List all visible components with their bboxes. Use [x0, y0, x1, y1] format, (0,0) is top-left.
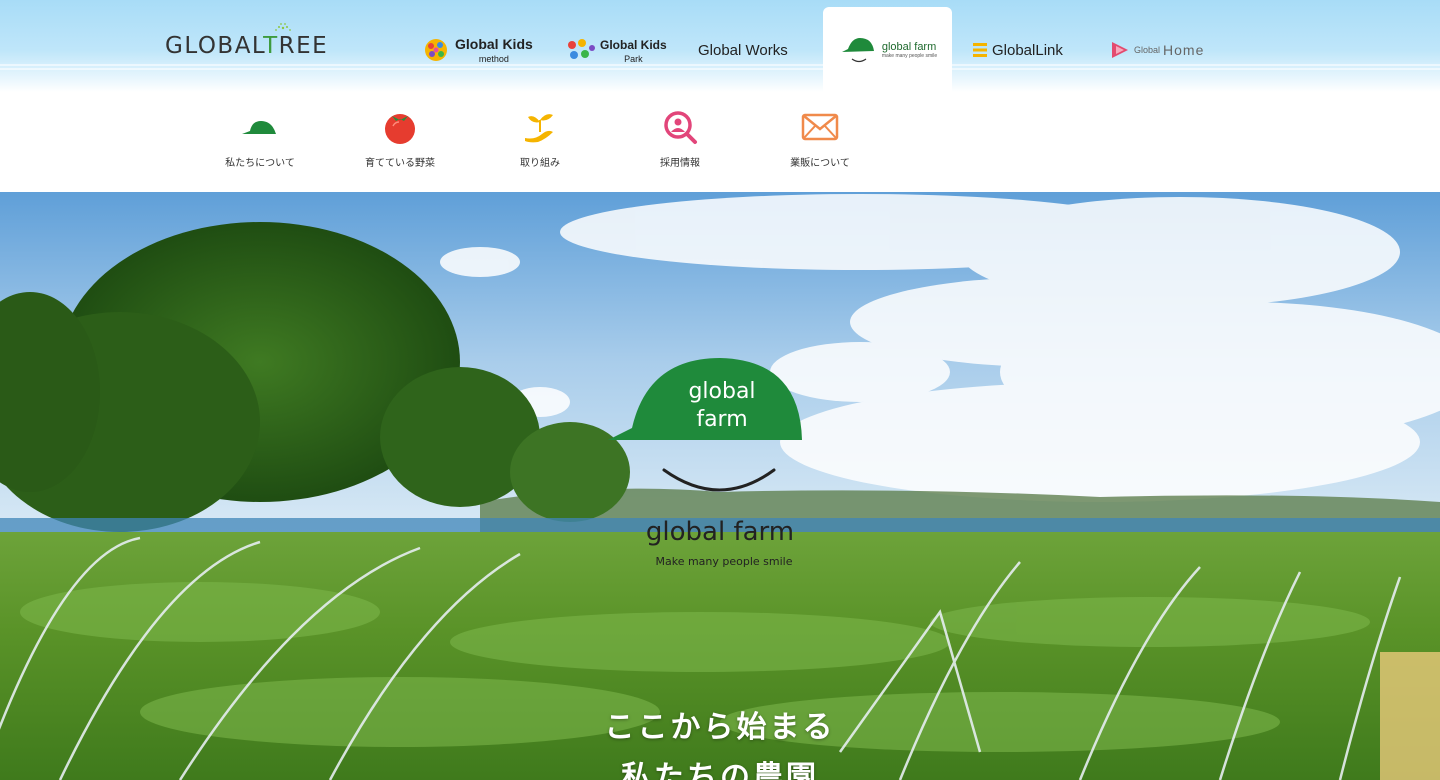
brand-subtitle: Park	[624, 54, 643, 64]
brand-global-home[interactable]: Global Home	[1110, 30, 1204, 70]
brand-bar: GLOBALTREE Global Kids method Global Kid…	[0, 0, 1440, 93]
main-navigation: 私たちについて 育てている野菜 取り組み 採用情報 業販について	[0, 92, 1440, 247]
brand-global-farm-active-tab[interactable]: global farm make many people smile	[823, 7, 952, 93]
global-farm-cap-icon: global farm global farm Make many people…	[608, 358, 802, 568]
hero-copy-line-1: ここから始まる	[604, 710, 836, 745]
brand-title-secondary: Home	[1163, 42, 1205, 58]
hero-copy-line-2: 私たちの農園	[621, 760, 819, 780]
hero-tagline: Make many people smile	[655, 555, 792, 568]
brand-subtitle: make many people smile	[881, 53, 938, 59]
brand-title: global farm	[881, 41, 937, 53]
brand-global-link[interactable]: GlobalLink	[972, 30, 1063, 70]
global-farm-cap-icon	[841, 38, 874, 63]
home-play-icon	[1112, 42, 1128, 58]
cap-icon	[242, 121, 276, 134]
nav-item-recruit[interactable]: 採用情報	[625, 108, 735, 169]
sprout-hand-icon	[525, 114, 553, 143]
nav-item-label: 採用情報	[660, 158, 700, 169]
mail-icon	[801, 113, 839, 141]
brand-global-works[interactable]: Global Works	[698, 30, 788, 70]
hero-logo-word-2: farm	[696, 407, 747, 432]
nav-item-wholesale[interactable]: 業販について	[765, 108, 875, 169]
brand-title: Global Works	[698, 41, 788, 59]
nav-item-about[interactable]: 私たちについて	[205, 108, 315, 169]
nav-item-label: 取り組み	[520, 158, 560, 169]
colorful-pieces-icon	[568, 39, 595, 59]
brand-global-kids-method[interactable]: Global Kids method	[423, 30, 533, 70]
brand-title: Global	[1134, 45, 1161, 55]
stack-lines-icon	[973, 43, 987, 57]
nav-item-vegetables[interactable]: 育てている野菜	[345, 108, 455, 169]
colorful-ball-icon	[425, 39, 447, 61]
nav-item-initiatives[interactable]: 取り組み	[485, 108, 595, 169]
hero-global-farm-logo: global farm global farm Make many people…	[600, 352, 840, 572]
brand-title: Global Kids	[600, 38, 667, 52]
hero-logo-word-1: global	[688, 379, 755, 404]
sprout-icon	[275, 23, 291, 31]
search-person-icon	[664, 111, 697, 144]
nav-item-label: 育てている野菜	[365, 158, 435, 169]
hero-section: global farm global farm Make many people…	[0, 192, 1440, 780]
hero-logo-name: global farm	[646, 517, 794, 547]
tomato-icon	[385, 114, 415, 144]
brand-title: Global Kids	[455, 36, 533, 52]
global-tree-logo-text: GLOBALTREE	[165, 33, 329, 59]
brand-title: GlobalLink	[992, 41, 1063, 59]
nav-item-label: 業販について	[790, 158, 850, 169]
brand-subtitle: method	[478, 54, 509, 64]
global-tree-logo[interactable]: GLOBALTREE	[165, 23, 329, 62]
brand-global-kids-park[interactable]: Global Kids Park	[564, 30, 667, 70]
smile-icon	[662, 468, 776, 492]
nav-item-label: 私たちについて	[225, 158, 295, 169]
